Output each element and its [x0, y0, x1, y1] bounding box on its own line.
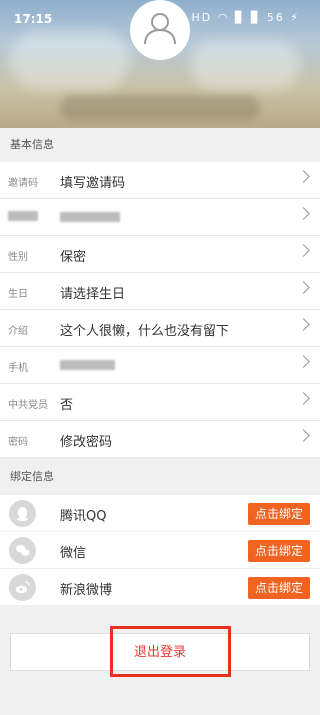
- chevron-right-icon: [297, 170, 310, 183]
- row-value: 填写邀请码: [60, 176, 126, 191]
- chevron-right-icon: [297, 318, 310, 331]
- row-label-redacted: [8, 211, 38, 222]
- row-password[interactable]: 密码 修改密码: [0, 421, 320, 458]
- background-land: [60, 95, 260, 120]
- row-value: 请选择生日: [60, 287, 126, 302]
- row-party-member[interactable]: 中共党员 否: [0, 384, 320, 421]
- row-label: 手机: [8, 363, 28, 374]
- row-invite-code[interactable]: 邀请码 填写邀请码: [0, 162, 320, 199]
- bind-label: 微信: [60, 546, 87, 561]
- weibo-icon: [9, 574, 36, 601]
- row-nickname[interactable]: [0, 199, 320, 236]
- row-label: 中共党员: [8, 400, 48, 411]
- row-label: 介绍: [8, 326, 28, 337]
- chevron-right-icon: [297, 355, 310, 368]
- bind-row-weibo: 新浪微博 点击绑定: [0, 569, 320, 606]
- row-birthday[interactable]: 生日 请选择生日: [0, 273, 320, 310]
- bind-row-qq: 腾讯QQ 点击绑定: [0, 495, 320, 532]
- bind-label: 新浪微博: [60, 583, 113, 598]
- highlight-annotation-box: [110, 626, 231, 677]
- section-basic-info: 基本信息: [0, 128, 320, 162]
- row-value: 保密: [60, 250, 87, 265]
- user-icon: [144, 13, 176, 45]
- status-time: 17:15: [14, 12, 53, 26]
- chevron-right-icon: [297, 429, 310, 442]
- chevron-right-icon: [297, 207, 310, 220]
- row-label: 性别: [8, 252, 28, 263]
- row-gender[interactable]: 性别 保密: [0, 236, 320, 273]
- bind-qq-button[interactable]: 点击绑定: [248, 503, 310, 525]
- row-value: 修改密码: [60, 435, 113, 450]
- row-intro[interactable]: 介绍 这个人很懒，什么也没有留下: [0, 310, 320, 347]
- avatar[interactable]: [130, 0, 190, 60]
- row-value-redacted: [60, 209, 120, 224]
- row-label: 邀请码: [8, 178, 38, 189]
- row-value-redacted: [60, 357, 115, 372]
- qq-icon: [9, 500, 36, 527]
- chevron-right-icon: [297, 281, 310, 294]
- background-cloud: [10, 30, 130, 90]
- row-label: 密码: [8, 437, 28, 448]
- bind-wechat-button[interactable]: 点击绑定: [248, 540, 310, 562]
- status-icons: ✱ HD ◠ ▊ ▊ 56 ⚡: [174, 11, 300, 24]
- row-value: 否: [60, 398, 74, 413]
- wechat-icon: [9, 537, 36, 564]
- row-phone[interactable]: 手机: [0, 347, 320, 384]
- row-label: 生日: [8, 289, 28, 300]
- row-value: 这个人很懒，什么也没有留下: [60, 324, 230, 339]
- background-cloud: [190, 40, 300, 90]
- bind-label: 腾讯QQ: [60, 509, 107, 524]
- bind-row-wechat: 微信 点击绑定: [0, 532, 320, 569]
- section-binding-info: 绑定信息: [0, 460, 320, 494]
- chevron-right-icon: [297, 244, 310, 257]
- bind-weibo-button[interactable]: 点击绑定: [248, 577, 310, 599]
- chevron-right-icon: [297, 392, 310, 405]
